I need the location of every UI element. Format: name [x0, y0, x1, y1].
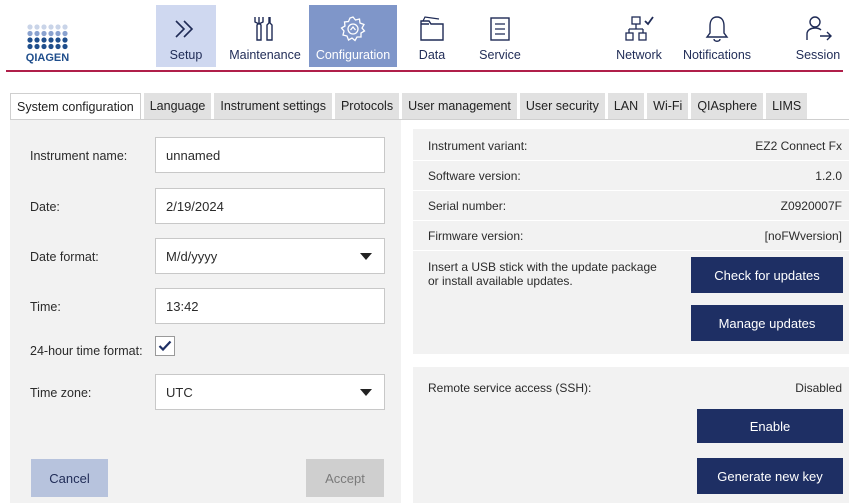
bell-icon — [705, 16, 729, 42]
enable-ssh-button[interactable]: Enable — [697, 409, 843, 443]
network-icon — [625, 16, 654, 41]
user-logout-icon — [806, 16, 832, 41]
qiagen-logo: QIAGEN — [26, 24, 69, 64]
date-label: Date: — [30, 200, 60, 214]
check-for-updates-button[interactable]: Check for updates — [691, 257, 843, 293]
generate-new-key-button[interactable]: Generate new key — [697, 458, 843, 494]
tab-language[interactable]: Language — [143, 93, 212, 119]
time-zone-label: Time zone: — [30, 386, 92, 400]
tools-icon — [254, 17, 273, 41]
accept-button[interactable]: Accept — [306, 459, 384, 497]
nav-configuration-label: Configuration — [315, 48, 391, 62]
info-divider — [413, 190, 849, 191]
logo-text: QIAGEN — [26, 52, 69, 64]
info-divider — [413, 250, 849, 251]
checkmark-icon — [158, 340, 172, 352]
tab-system-configuration[interactable]: System configuration — [10, 93, 141, 120]
brand-divider — [6, 70, 843, 72]
software-version-value: 1.2.0 — [815, 169, 842, 183]
nav-service-label: Service — [479, 48, 521, 62]
nav-setup[interactable]: Setup — [156, 5, 216, 67]
double-chevron-right-icon — [175, 20, 194, 38]
info-divider — [413, 220, 849, 221]
tab-qiasphere[interactable]: QIAsphere — [691, 93, 764, 119]
tab-instrument-settings[interactable]: Instrument settings — [214, 93, 332, 119]
top-navigation-bar: QIAGEN Setup Maintenance Configuration D… — [0, 0, 849, 72]
nav-service[interactable]: Service — [470, 5, 530, 67]
tab-wifi[interactable]: Wi-Fi — [647, 93, 689, 119]
24-hour-format-label: 24-hour time format: — [30, 344, 143, 358]
nav-network[interactable]: Network — [610, 5, 668, 67]
nav-session-label: Session — [795, 48, 841, 62]
firmware-version-value: [noFWversion] — [764, 229, 842, 243]
time-input[interactable]: 13:42 — [155, 288, 385, 324]
ssh-status: Disabled — [795, 381, 842, 395]
instrument-variant-label: Instrument variant: — [428, 139, 528, 153]
tab-protocols[interactable]: Protocols — [334, 93, 400, 119]
folder-icon — [420, 16, 444, 41]
serial-number-value: Z0920007F — [780, 199, 842, 213]
date-format-label: Date format: — [30, 250, 99, 264]
software-version-label: Software version: — [428, 169, 521, 183]
nav-data-label: Data — [418, 48, 446, 62]
tab-user-management[interactable]: User management — [402, 93, 517, 119]
tab-user-security[interactable]: User security — [519, 93, 605, 119]
nav-notifications[interactable]: Notifications — [674, 5, 760, 67]
instrument-name-input[interactable]: unnamed — [155, 137, 385, 173]
nav-configuration[interactable]: Configuration — [309, 5, 397, 67]
serial-number-label: Serial number: — [428, 199, 507, 213]
manage-updates-button[interactable]: Manage updates — [691, 305, 843, 341]
time-zone-select[interactable]: UTC — [155, 374, 385, 410]
caret-down-icon — [360, 389, 372, 396]
nav-maintenance[interactable]: Maintenance — [223, 5, 307, 67]
firmware-version-label: Firmware version: — [428, 229, 524, 243]
cancel-button[interactable]: Cancel — [31, 459, 108, 497]
date-format-select[interactable]: M/d/yyyy — [155, 238, 385, 274]
document-list-icon — [490, 17, 510, 41]
info-divider — [413, 160, 849, 161]
date-input[interactable]: 2/19/2024 — [155, 188, 385, 224]
instrument-info-panel: Instrument variant: EZ2 Connect Fx Softw… — [413, 129, 849, 354]
tab-lims[interactable]: LIMS — [766, 93, 808, 119]
nav-session[interactable]: Session — [792, 5, 844, 67]
24-hour-format-checkbox[interactable] — [155, 336, 175, 356]
nav-setup-label: Setup — [169, 48, 203, 62]
system-configuration-form: Instrument name: unnamed Date: 2/19/2024… — [10, 120, 401, 503]
time-zone-value: UTC — [166, 384, 193, 400]
remote-service-panel: Remote service access (SSH): Disabled En… — [413, 367, 849, 503]
nav-data[interactable]: Data — [407, 5, 457, 67]
nav-maintenance-label: Maintenance — [229, 48, 301, 62]
date-format-value: M/d/yyyy — [166, 248, 218, 264]
instrument-name-label: Instrument name: — [30, 149, 128, 163]
tab-lan[interactable]: LAN — [607, 93, 645, 119]
ssh-label: Remote service access (SSH): — [428, 381, 592, 395]
caret-down-icon — [360, 253, 372, 260]
nav-network-label: Network — [616, 48, 662, 62]
instrument-variant-value: EZ2 Connect Fx — [755, 139, 842, 153]
nav-notifications-label: Notifications — [682, 48, 752, 62]
time-label: Time: — [30, 300, 61, 314]
gear-icon — [340, 16, 366, 42]
configuration-tabs: System configuration Language Instrument… — [10, 93, 810, 120]
update-instructions: Insert a USB stick with the update packa… — [428, 260, 657, 288]
